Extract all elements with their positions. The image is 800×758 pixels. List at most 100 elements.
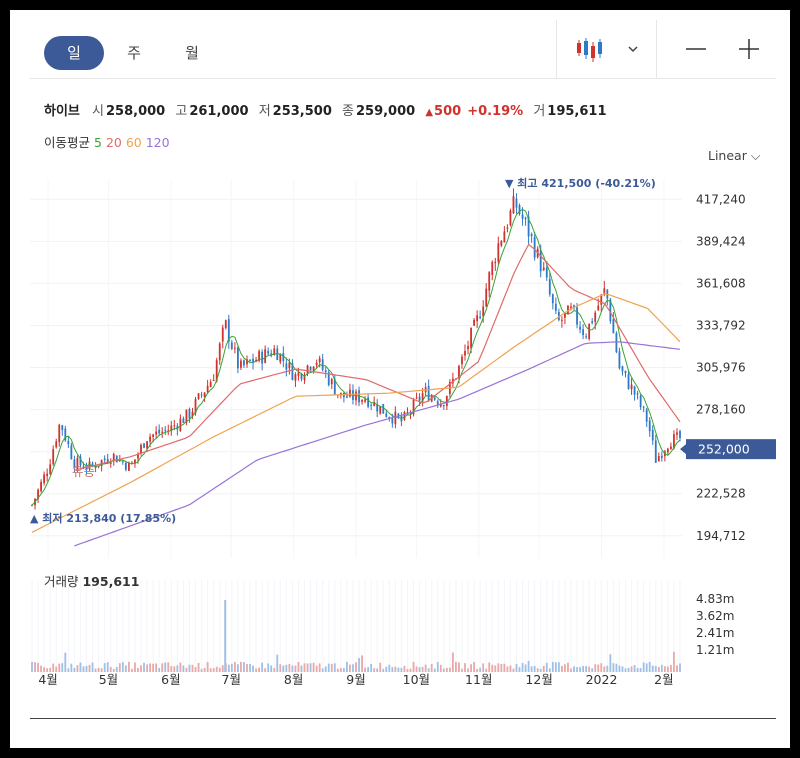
- candle-body: [603, 288, 606, 294]
- volume-y-tick-label: 3.62m: [696, 609, 734, 623]
- candle-body: [630, 384, 633, 390]
- volume-bar: [367, 667, 370, 672]
- volume-bar: [249, 663, 251, 672]
- candle-body: [615, 333, 618, 353]
- candle-body: [264, 349, 267, 363]
- volume-bar: [545, 662, 548, 672]
- candle-body: [639, 395, 642, 408]
- volume-title: 거래량 195,611: [44, 574, 139, 589]
- candle-body: [188, 408, 191, 419]
- candle-body: [488, 272, 491, 291]
- volume-bar: [445, 667, 448, 672]
- volume-bar: [270, 665, 273, 672]
- volume-bar: [379, 662, 382, 672]
- volume-y-tick-label: 4.83m: [696, 592, 734, 606]
- volume-bar: [391, 667, 394, 672]
- candle-body: [654, 440, 657, 463]
- volume-bar: [149, 663, 152, 672]
- candle-body: [636, 393, 639, 395]
- candle-body: [124, 462, 127, 470]
- volume-bar: [458, 662, 460, 672]
- volume-bar: [636, 667, 639, 672]
- candle-body: [315, 362, 318, 366]
- candle-body: [143, 443, 145, 448]
- y-tick-label: 305,976: [696, 361, 746, 375]
- candle-body: [588, 323, 591, 340]
- candle-body: [633, 386, 636, 395]
- candle-body: [509, 210, 512, 226]
- candle-body: [591, 321, 594, 324]
- candle-body: [585, 336, 588, 338]
- volume-bar: [206, 661, 209, 672]
- x-tick-label: 9월: [346, 672, 365, 687]
- x-tick-label: 12월: [525, 672, 552, 687]
- candle-body: [379, 406, 382, 414]
- ma20-line: [74, 243, 681, 471]
- volume-bar: [564, 664, 566, 672]
- volume-bar: [34, 662, 36, 672]
- candle-body: [679, 431, 681, 439]
- volume-bar: [349, 664, 351, 672]
- volume-bar: [127, 661, 130, 672]
- volume-bar: [161, 663, 164, 672]
- volume-bar: [515, 663, 518, 672]
- volume-bar: [146, 664, 148, 672]
- candle-body: [306, 365, 309, 374]
- candle-body: [442, 405, 445, 407]
- volume-bar: [455, 661, 457, 672]
- volume-bar: [321, 668, 324, 672]
- y-tick-label: 417,240: [696, 192, 746, 206]
- candle-body: [436, 401, 439, 405]
- candle-body: [485, 288, 488, 307]
- volume-bar: [509, 665, 512, 672]
- volume-bar: [358, 658, 360, 672]
- candle-body: [182, 418, 185, 423]
- candle-body: [621, 366, 624, 372]
- candle-body: [52, 449, 55, 465]
- candle-body: [461, 356, 463, 365]
- volume-bar: [61, 663, 64, 672]
- volume-bar: [261, 662, 264, 672]
- current-price-label: 252,000: [698, 442, 750, 457]
- candle-body: [240, 360, 242, 368]
- volume-bar: [76, 665, 79, 672]
- candle-body: [470, 328, 472, 349]
- volume-bar: [212, 668, 215, 672]
- candle-body: [173, 425, 176, 427]
- candle-body: [330, 379, 333, 385]
- volume-bar: [518, 667, 521, 672]
- candle-body: [46, 473, 49, 477]
- volume-bar: [318, 663, 321, 672]
- volume-bar: [346, 661, 348, 672]
- candle-body: [236, 347, 239, 369]
- candle-body: [206, 385, 209, 393]
- volume-bar: [303, 663, 306, 672]
- candle-body: [385, 413, 388, 417]
- volume-bar: [179, 662, 182, 672]
- volume-bar: [197, 662, 200, 672]
- candle-body: [267, 350, 270, 354]
- candle-body: [261, 351, 264, 364]
- volume-bar: [579, 667, 581, 672]
- volume-bar: [124, 665, 127, 672]
- candle-body: [651, 429, 654, 441]
- volume-bar: [482, 663, 485, 672]
- candle-body: [500, 241, 503, 246]
- volume-bar: [612, 663, 615, 672]
- candle-body: [473, 319, 476, 326]
- candle-body: [103, 458, 106, 461]
- candle-body: [533, 237, 536, 258]
- volume-bar: [461, 668, 463, 672]
- volume-bar: [679, 663, 681, 672]
- volume-bar: [79, 662, 82, 672]
- candle-body: [115, 455, 118, 463]
- candle-body: [494, 261, 497, 264]
- volume-bar: [503, 663, 506, 672]
- volume-bar: [512, 668, 515, 672]
- volume-bar: [554, 662, 557, 672]
- volume-bar: [73, 667, 76, 672]
- volume-bar: [342, 668, 345, 672]
- volume-bar: [37, 662, 39, 672]
- volume-bar: [118, 663, 121, 672]
- candle-body: [346, 396, 348, 398]
